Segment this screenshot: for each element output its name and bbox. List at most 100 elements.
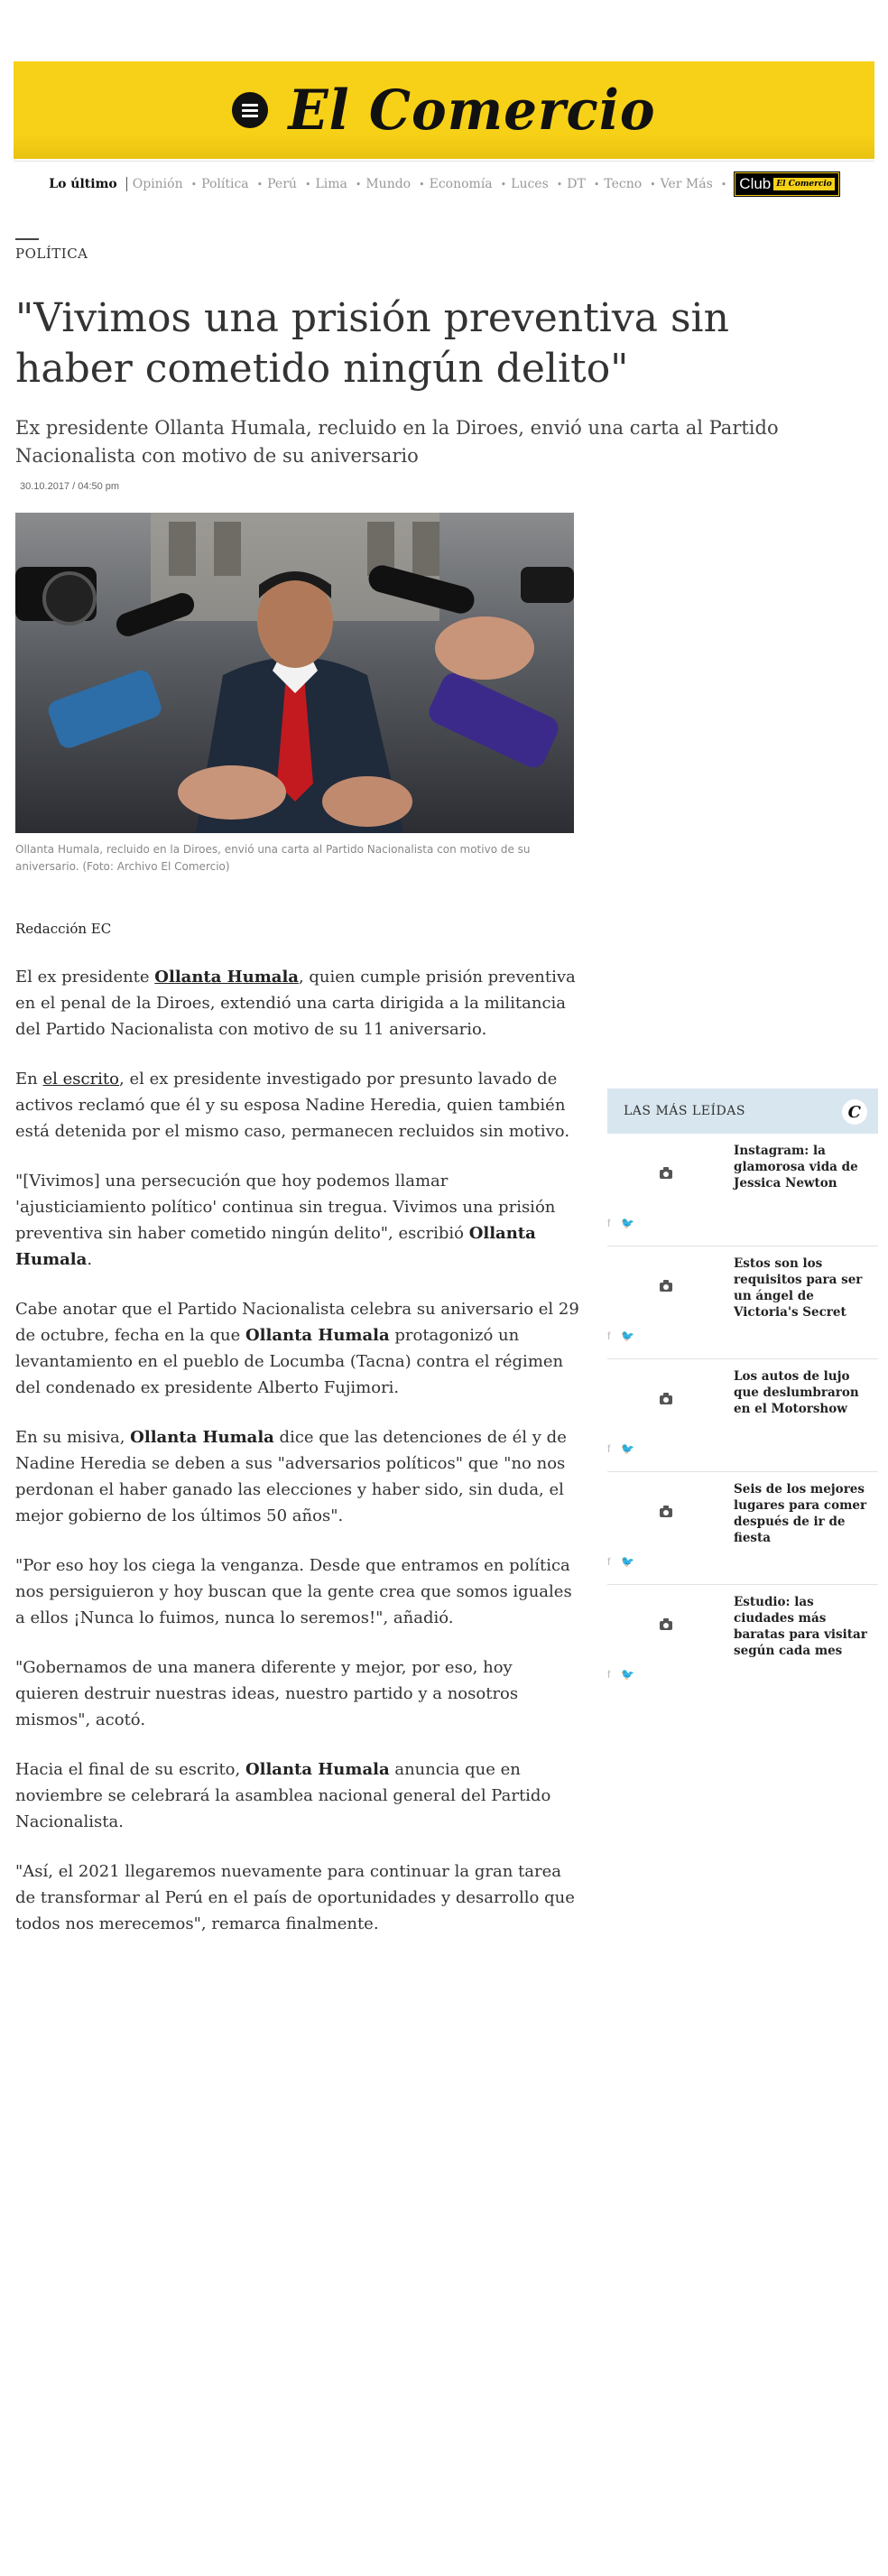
article-paragraph: "Así, el 2021 llegaremos nuevamente para… [15,1862,575,1933]
nav-item-mundo[interactable]: Mundo [365,177,411,191]
photo-caption: Ollanta Humala, recluido en la Diroes, e… [15,843,531,873]
article-paragraph: En su misiva, Ollanta Humala dice que la… [15,1424,579,1529]
most-read-item: Los autos de lujo que deslumbraron en el… [607,1359,878,1472]
most-read-item: Seis de los mejores lugares para comer d… [607,1472,878,1585]
facebook-icon[interactable]: f [607,1330,610,1342]
nav-item-opinion[interactable]: Opinión [133,177,183,191]
nav-item-dt[interactable]: DT [567,177,586,191]
nav-item-ver-mas[interactable]: Ver Más [661,177,713,191]
most-read-item-title[interactable]: Los autos de lujo que deslumbraron en el… [734,1368,878,1417]
article-thumbnail[interactable] [607,1256,725,1319]
nav-item-luces[interactable]: Luces [511,177,549,191]
nav-item-peru[interactable]: Perú [267,177,297,191]
share-buttons: f 🐦 [607,1330,634,1342]
nav-separator [125,177,127,191]
paragraph-text: En [15,1070,43,1089]
nav-dot: • [650,178,656,190]
most-read-item-title[interactable]: Estudio: las ciudades más baratas para v… [734,1594,878,1659]
club-badge: El Comercio [773,178,835,190]
bold-name: Ollanta Humala [130,1428,274,1447]
section-rule [15,238,39,240]
facebook-icon[interactable]: f [607,1217,610,1229]
most-read-title: LAS MÁS LEÍDAS [624,1104,745,1118]
header-inner: El Comercio [14,61,874,159]
hamburger-icon [242,101,259,120]
article-thumbnail[interactable] [607,1143,725,1206]
nav-dot: • [500,178,507,190]
most-read-item-title[interactable]: Seis de los mejores lugares para comer d… [734,1481,878,1546]
article-paragraph: En el escrito, el ex presidente investig… [15,1066,579,1144]
article-byline: Redacción EC [15,921,112,937]
bold-name: Ollanta Humala [245,1760,390,1779]
nav-dot: • [593,178,600,190]
main-nav: Lo último Opinión • Política • Perú • Li… [0,171,888,197]
camera-icon [660,1280,672,1292]
article-thumbnail[interactable] [607,1594,725,1657]
section-label[interactable]: POLÍTICA [15,246,88,262]
article-paragraph: "Por eso hoy los ciega la venganza. Desd… [15,1556,572,1627]
share-buttons: f 🐦 [607,1217,634,1229]
nav-dot: • [419,178,425,190]
el-comercio-logo-icon: C [842,1099,867,1125]
nav-item-tecno[interactable]: Tecno [604,177,642,191]
header-divider [14,161,874,162]
nav-dot: • [256,178,264,190]
facebook-icon[interactable]: f [607,1668,610,1681]
nav-dot: • [556,178,563,190]
club-el-comercio-link[interactable]: Club El Comercio [735,172,839,196]
bold-name: Ollanta Humala [245,1326,390,1345]
nav-dot: • [720,178,727,190]
article-paragraph: Cabe anotar que el Partido Nacionalista … [15,1296,579,1401]
most-read-item: Estos son los requisitos para ser un áng… [607,1246,878,1359]
nav-item-economia[interactable]: Economía [430,177,493,191]
most-read-header: LAS MÁS LEÍDAS C [607,1089,878,1134]
article-thumbnail[interactable] [607,1481,725,1544]
camera-icon [660,1506,672,1517]
club-label: Club [739,175,772,192]
site-logo[interactable]: El Comercio [288,78,655,142]
twitter-icon[interactable]: 🐦 [621,1555,634,1568]
twitter-icon[interactable]: 🐦 [621,1442,634,1455]
share-buttons: f 🐦 [607,1442,634,1455]
most-read-item-title[interactable]: Estos son los requisitos para ser un áng… [734,1256,878,1320]
most-read-item: Estudio: las ciudades más baratas para v… [607,1585,878,1697]
menu-button[interactable] [232,92,269,128]
article-photo[interactable] [15,513,574,833]
el-escrito-link[interactable]: el escrito [42,1070,119,1089]
share-buttons: f 🐦 [607,1555,634,1568]
ollanta-humala-link[interactable]: Ollanta Humala [154,968,299,987]
camera-icon [660,1393,672,1404]
paragraph-text: Hacia el final de su escrito, [15,1760,245,1779]
article-headline: "Vivimos una prisión preventiva sin habe… [15,295,729,392]
article-thumbnail[interactable] [607,1368,725,1432]
nav-dot: • [304,178,311,190]
article-body: El ex presidente Ollanta Humala, quien c… [15,964,579,1960]
facebook-icon[interactable]: f [607,1555,610,1568]
paragraph-text: El ex presidente [15,968,155,987]
article-paragraph: "Gobernamos de una manera diferente y me… [15,1658,519,1729]
nav-dot: • [355,178,362,190]
most-read-item-title[interactable]: Instagram: la glamorosa vida de Jessica … [734,1143,878,1191]
facebook-icon[interactable]: f [607,1442,610,1455]
article-date: 30.10.2017 / 04:50 pm [20,481,120,492]
nav-item-latest[interactable]: Lo último [49,177,117,191]
paragraph-text: En su misiva, [15,1428,131,1447]
most-read-item: Instagram: la glamorosa vida de Jessica … [607,1134,878,1246]
article-paragraph: "[Vivimos] una persecución que hoy podem… [15,1168,579,1273]
camera-icon [660,1167,672,1179]
article-paragraph: El ex presidente Ollanta Humala, quien c… [15,964,579,1042]
camera-icon [660,1618,672,1630]
twitter-icon[interactable]: 🐦 [621,1668,634,1681]
share-buttons: f 🐦 [607,1668,634,1681]
site-header: El Comercio [14,61,874,159]
article-paragraph: Hacia el final de su escrito, Ollanta Hu… [15,1756,579,1835]
article-subheadline: Ex presidente Ollanta Humala, recluido e… [15,417,779,467]
twitter-icon[interactable]: 🐦 [621,1217,634,1229]
paragraph-text: . [87,1250,93,1269]
twitter-icon[interactable]: 🐦 [621,1330,634,1342]
nav-item-politica[interactable]: Política [201,177,249,191]
most-read-sidebar: LAS MÁS LEÍDAS C Instagram: la glamorosa… [607,1089,878,1697]
press-photo-illustration [15,513,574,833]
nav-item-lima[interactable]: Lima [315,177,347,191]
nav-dot: • [190,178,198,190]
